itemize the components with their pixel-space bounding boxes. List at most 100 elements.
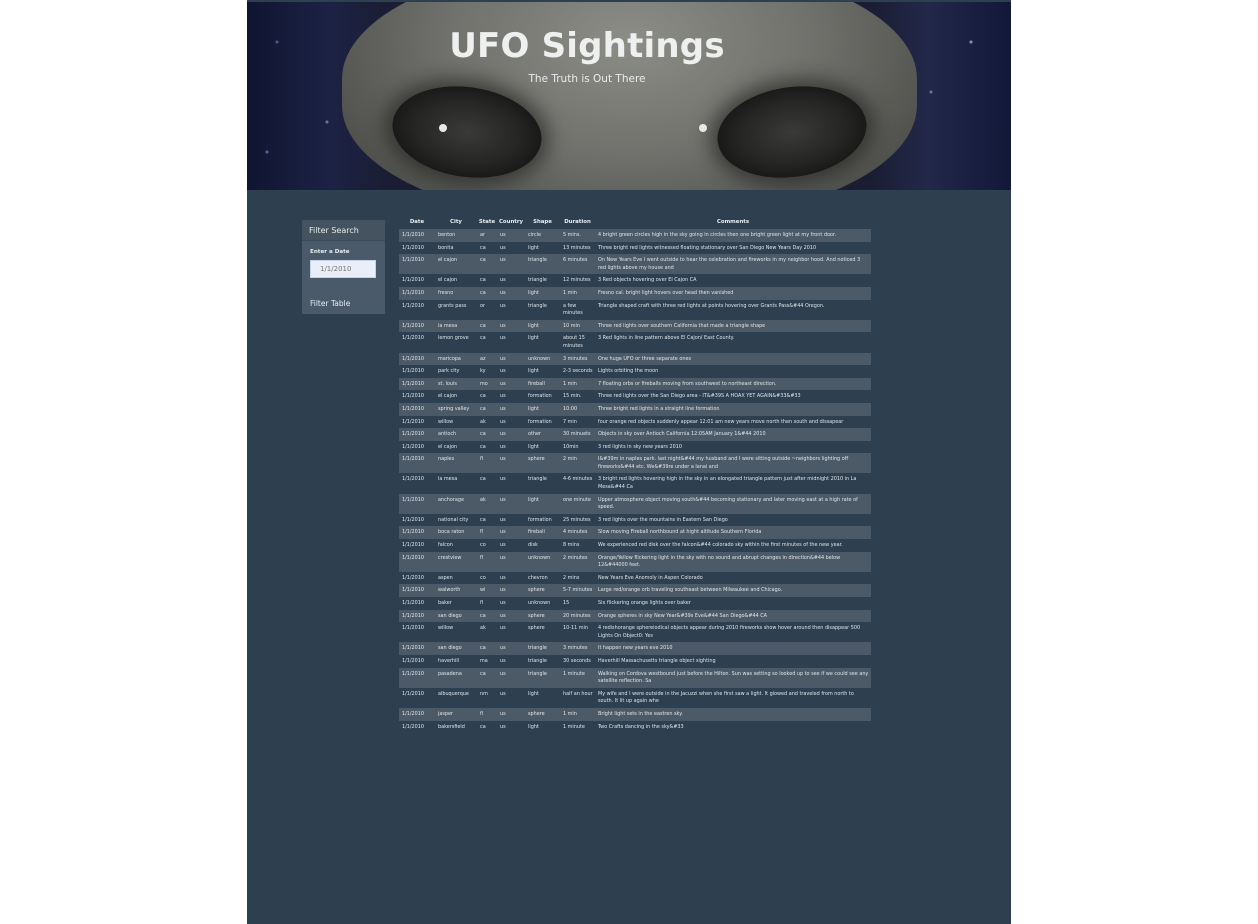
cell-date: 1/1/2010 bbox=[399, 707, 435, 721]
cell-country: us bbox=[497, 440, 525, 454]
cell-comments: It happen new years eve 2010 bbox=[595, 642, 871, 655]
column-header-shape: Shape bbox=[533, 219, 552, 225]
cell-duration: 10 min bbox=[560, 319, 595, 333]
cell-date: 1/1/2010 bbox=[399, 539, 435, 552]
cell-state: ca bbox=[477, 332, 497, 353]
column-header-comments: Comments bbox=[716, 219, 750, 225]
column-header-city: City bbox=[450, 219, 462, 225]
cell-shape: sphere bbox=[525, 584, 560, 597]
cell-shape: triangle bbox=[525, 473, 560, 494]
cell-comments: Large red/orange orb traveling southeast… bbox=[595, 584, 871, 597]
cell-comments: Walking on Cordova westbound just before… bbox=[595, 667, 871, 688]
cell-shape: light bbox=[525, 720, 560, 734]
cell-country: us bbox=[497, 390, 525, 403]
cell-date: 1/1/2010 bbox=[399, 415, 435, 429]
column-header-duration: Duration bbox=[564, 219, 591, 225]
cell-date: 1/1/2010 bbox=[399, 473, 435, 494]
cell-date: 1/1/2010 bbox=[399, 597, 435, 610]
cell-shape: light bbox=[525, 241, 560, 255]
cell-country: us bbox=[497, 299, 525, 320]
cell-comments: Three red lights over southern Californi… bbox=[595, 319, 871, 333]
filter-table-button[interactable]: Filter Table bbox=[310, 299, 350, 308]
cell-duration: 25 minutes bbox=[560, 513, 595, 527]
table-row: 1/1/2010 naples fl us sphere 2 min I&#39m in n… bbox=[399, 453, 871, 474]
cell-country: us bbox=[497, 667, 525, 688]
table-row: 1/1/2010 haverhill ma us triangle 30 seconds H… bbox=[399, 654, 871, 668]
date-input[interactable] bbox=[310, 260, 376, 278]
cell-duration: 4 minutes bbox=[560, 526, 595, 540]
table-row: 1/1/2010 maricopa az us unknown 3 minutes One … bbox=[399, 352, 871, 366]
cell-comments: Upper atmosphere object moving south&#44… bbox=[595, 493, 871, 514]
table-row: 1/1/2010 willow ak us formation 7 min four ora… bbox=[399, 415, 871, 429]
cell-state: ak bbox=[477, 415, 497, 429]
cell-comments: four orange red objects suddenly appear … bbox=[595, 415, 871, 429]
cell-shape: sphere bbox=[525, 622, 560, 643]
cell-duration: 20 minutes bbox=[560, 609, 595, 623]
cell-country: us bbox=[497, 597, 525, 610]
cell-date: 1/1/2010 bbox=[399, 365, 435, 378]
cell-state: fl bbox=[477, 597, 497, 610]
cell-duration: 5-7 minutes bbox=[560, 584, 595, 597]
cell-city: boca raton bbox=[435, 526, 477, 540]
cell-comments: Three bright red lights in a straight li… bbox=[595, 402, 871, 416]
cell-comments: I&#39m in naples park. last night&#44 my… bbox=[595, 453, 871, 474]
table-row: 1/1/2010 san diego ca us triangle 3 minutes It… bbox=[399, 642, 871, 655]
cell-country: us bbox=[497, 402, 525, 416]
cell-country: us bbox=[497, 526, 525, 540]
cell-country: us bbox=[497, 428, 525, 441]
cell-city: la mesa bbox=[435, 319, 477, 333]
table-row: 1/1/2010 pasadena ca us triangle 1 minute Walk… bbox=[399, 667, 871, 688]
cell-city: grants pass bbox=[435, 299, 477, 320]
cell-shape: formation bbox=[525, 513, 560, 527]
table-row: 1/1/2010 park city ky us light 2-3 seconds Lig… bbox=[399, 365, 871, 378]
cell-duration: one minute bbox=[560, 493, 595, 514]
cell-shape: fireball bbox=[525, 526, 560, 540]
table-row: 1/1/2010 el cajon ca us triangle 12 minutes 3 … bbox=[399, 274, 871, 287]
cell-duration: 30 minuets bbox=[560, 428, 595, 441]
cell-comments: 3 red lights in sky new years 2010 bbox=[595, 440, 871, 454]
cell-comments: One huge UFO or three separate ones bbox=[595, 352, 871, 366]
cell-state: ca bbox=[477, 402, 497, 416]
cell-shape: fireball bbox=[525, 377, 560, 391]
table-row: 1/1/2010 walworth wi us sphere 5-7 minutes Lar… bbox=[399, 584, 871, 597]
cell-duration: 13 minutes bbox=[560, 241, 595, 255]
cell-comments: My wife and I were outside in the Jacuzz… bbox=[595, 687, 871, 708]
cell-comments: Bright light sets in the eastren sky. bbox=[595, 707, 871, 721]
cell-state: or bbox=[477, 299, 497, 320]
cell-state: ar bbox=[477, 229, 497, 242]
cell-country: us bbox=[497, 551, 525, 572]
table-row: 1/1/2010 antioch ca us other 30 minuets Object… bbox=[399, 428, 871, 441]
ufo-table: Date City State Country Shape Duration C… bbox=[399, 215, 871, 734]
cell-shape: other bbox=[525, 428, 560, 441]
cell-state: ca bbox=[477, 642, 497, 655]
cell-shape: light bbox=[525, 332, 560, 353]
cell-country: us bbox=[497, 332, 525, 353]
cell-duration: 10min bbox=[560, 440, 595, 454]
left-eye-glint bbox=[439, 124, 447, 132]
cell-state: fl bbox=[477, 526, 497, 540]
filter-panel-heading: Filter Search bbox=[302, 220, 385, 241]
cell-duration: 1 min bbox=[560, 707, 595, 721]
cell-duration: 4-6 minutes bbox=[560, 473, 595, 494]
cell-shape: triangle bbox=[525, 274, 560, 287]
cell-country: us bbox=[497, 584, 525, 597]
cell-city: naples bbox=[435, 453, 477, 474]
table-row: 1/1/2010 crestview fl us unknown 2 minutes Ora… bbox=[399, 551, 871, 572]
cell-country: us bbox=[497, 254, 525, 275]
cell-state: ak bbox=[477, 622, 497, 643]
cell-city: crestview bbox=[435, 551, 477, 572]
cell-city: san diego bbox=[435, 642, 477, 655]
cell-comments: We experienced red disk over the falcon&… bbox=[595, 539, 871, 552]
cell-date: 1/1/2010 bbox=[399, 274, 435, 287]
cell-date: 1/1/2010 bbox=[399, 332, 435, 353]
cell-state: ca bbox=[477, 428, 497, 441]
cell-state: ca bbox=[477, 473, 497, 494]
column-header-country: Country bbox=[498, 219, 524, 225]
cell-shape: unknown bbox=[525, 551, 560, 572]
cell-state: ca bbox=[477, 286, 497, 300]
cell-state: fl bbox=[477, 707, 497, 721]
date-field-label: Enter a Date bbox=[310, 249, 350, 255]
cell-shape: sphere bbox=[525, 707, 560, 721]
right-eye-glint bbox=[699, 124, 707, 132]
cell-state: ca bbox=[477, 667, 497, 688]
